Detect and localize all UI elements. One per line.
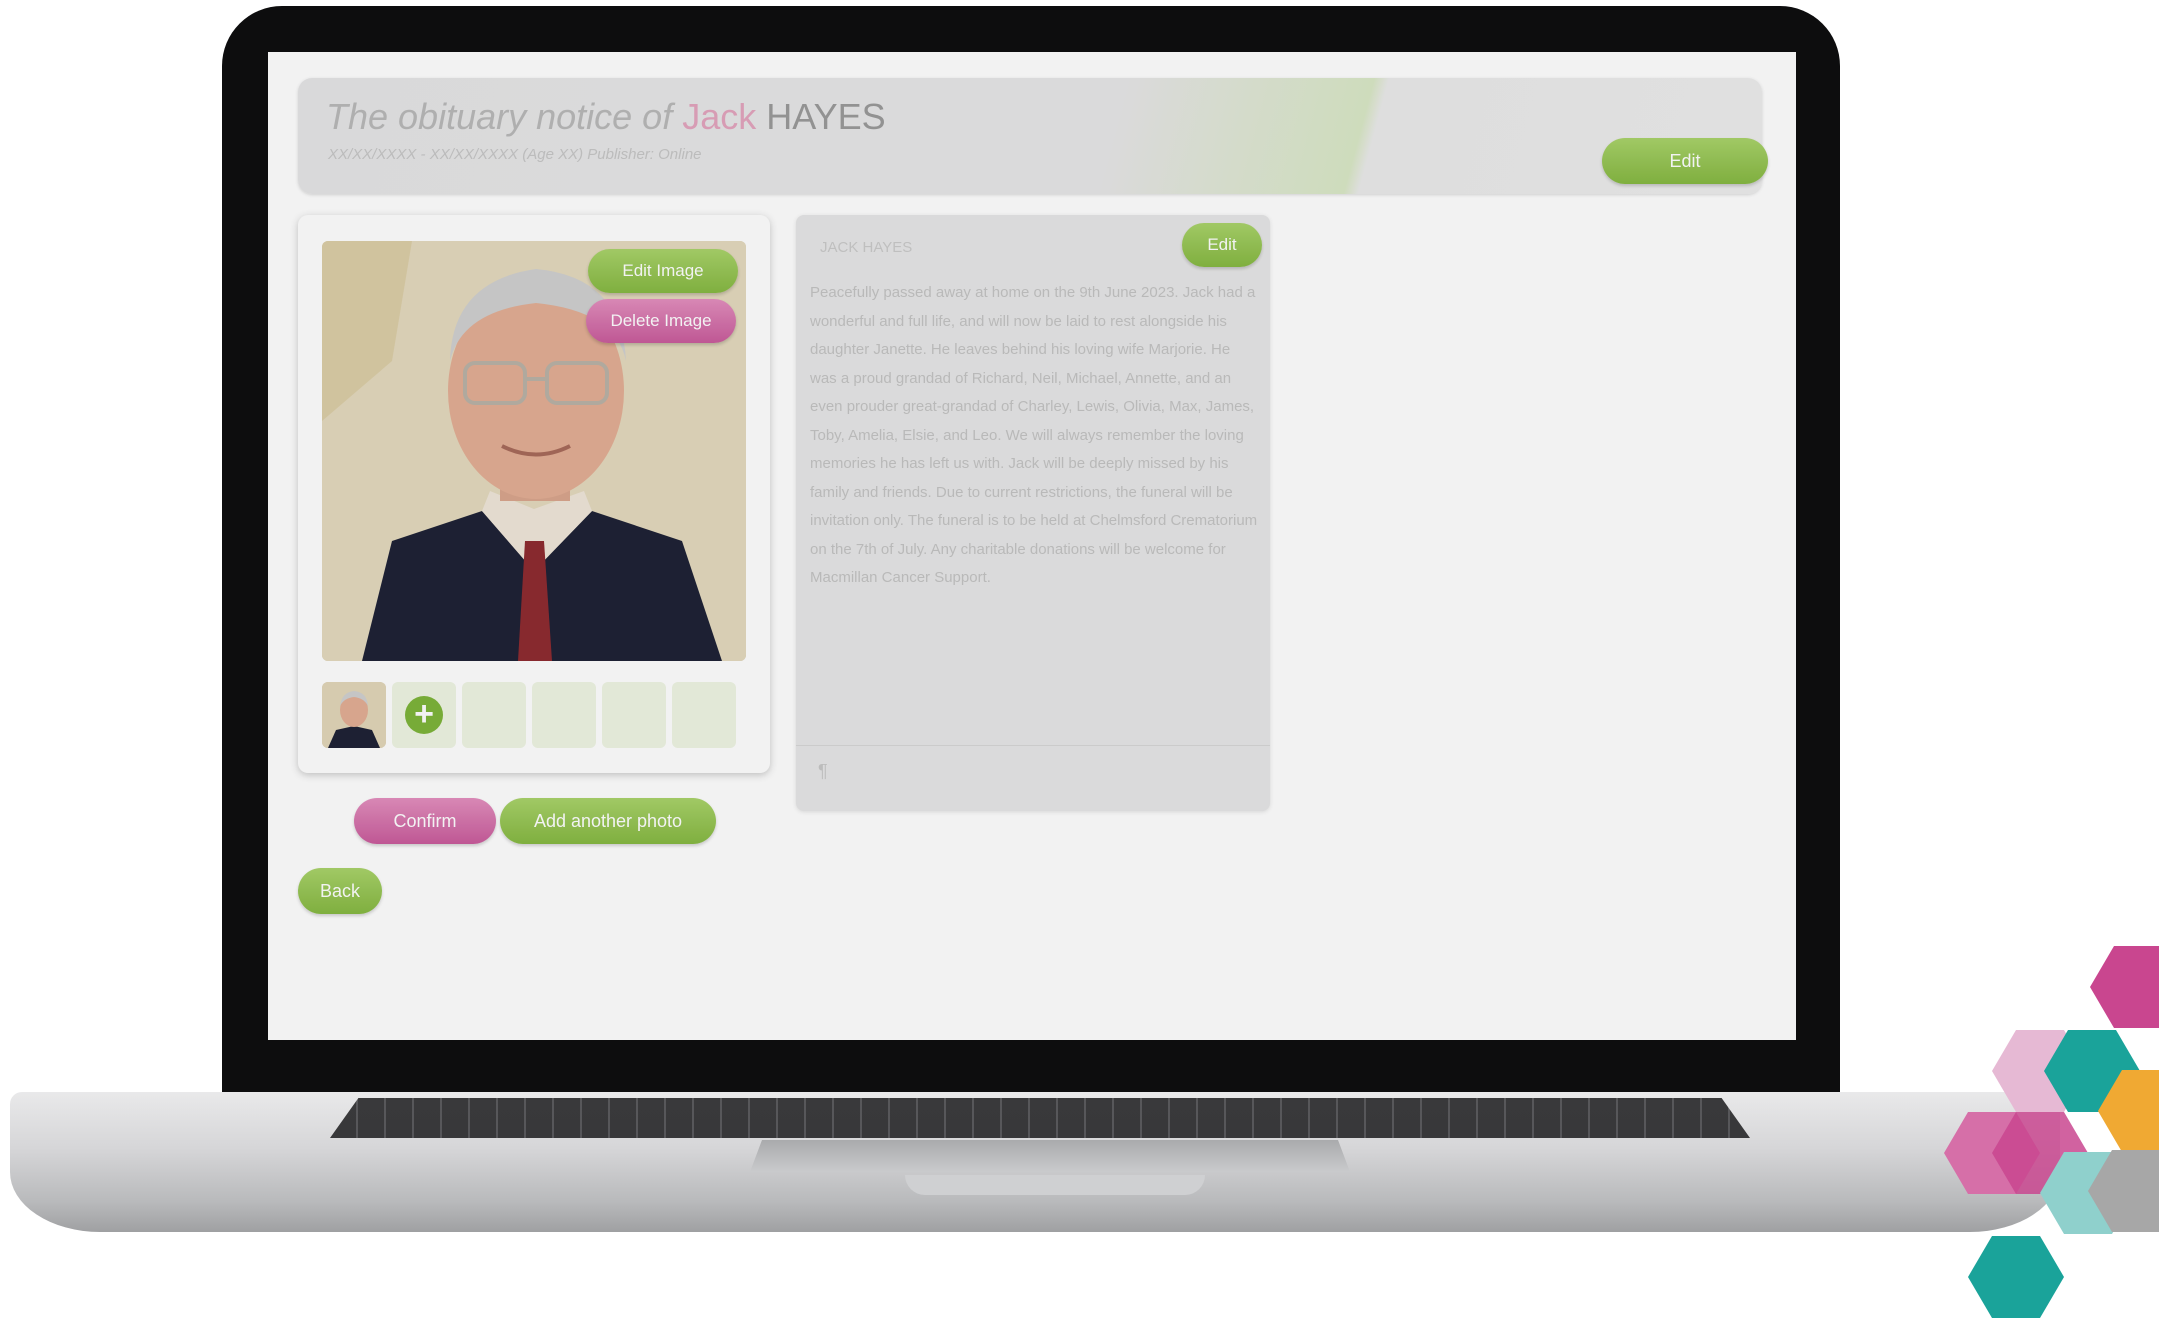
thumbnail-portrait-image <box>322 682 386 748</box>
page-title: The obituary notice of Jack HAYES <box>326 96 886 138</box>
trackpad <box>750 1140 1350 1172</box>
title-prefix: The obituary notice of <box>326 96 673 137</box>
back-button[interactable]: Back <box>298 868 382 914</box>
empty-photo-slot <box>672 682 736 748</box>
confirm-button[interactable]: Confirm <box>354 798 496 844</box>
empty-photo-slot <box>532 682 596 748</box>
edit-image-button[interactable]: Edit Image <box>588 249 738 293</box>
add-another-photo-button[interactable]: Add another photo <box>500 798 716 844</box>
laptop-notch <box>905 1175 1205 1195</box>
paragraph-icon: ¶ <box>818 761 828 781</box>
delete-image-button[interactable]: Delete Image <box>586 299 736 343</box>
thumbnail-photo[interactable] <box>322 682 386 748</box>
panel-divider <box>796 745 1270 746</box>
notice-name: JACK HAYES <box>820 239 913 256</box>
header-edit-button[interactable]: Edit <box>1602 138 1768 184</box>
notice-body: Peacefully passed away at home on the 9t… <box>810 284 1258 586</box>
notice-dates: XX/XX/XXXX - XX/XX/XXXX (Age XX) Publish… <box>328 146 702 163</box>
empty-photo-slot <box>462 682 526 748</box>
photo-card: Edit Image Delete Image + <box>298 215 770 773</box>
empty-photo-slot <box>602 682 666 748</box>
header-banner: The obituary notice of Jack HAYES XX/XX/… <box>298 78 1768 194</box>
hexagon-decoration <box>1968 1236 2064 1318</box>
add-photo-slot[interactable]: + <box>392 682 456 748</box>
last-name: HAYES <box>766 96 886 137</box>
main-photo: Edit Image Delete Image <box>322 241 746 661</box>
notice-edit-button[interactable]: Edit <box>1182 223 1262 267</box>
notice-text-panel: JACK HAYES Edit Peacefully passed away a… <box>796 215 1270 811</box>
first-name: Jack <box>682 96 757 137</box>
keyboard <box>330 1098 1750 1138</box>
plus-icon: + <box>405 696 443 734</box>
laptop-screen: The obituary notice of Jack HAYES XX/XX/… <box>268 52 1796 1040</box>
hexagon-decoration <box>2090 946 2159 1028</box>
